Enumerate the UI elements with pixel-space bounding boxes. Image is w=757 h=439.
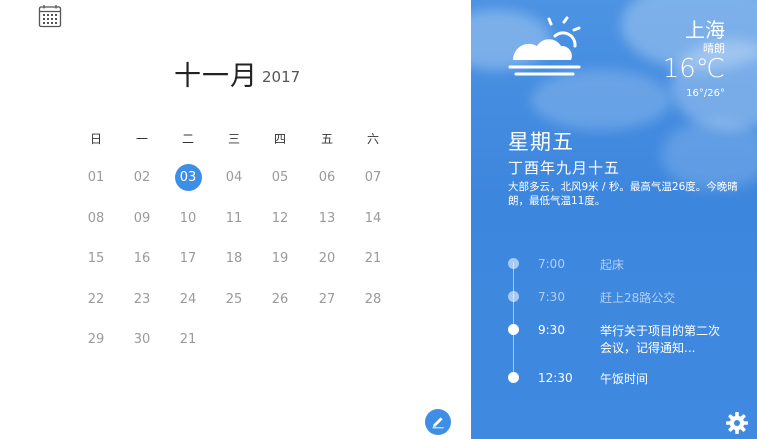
timeline-dot — [508, 258, 519, 269]
calendar-day[interactable]: 15 — [81, 246, 111, 272]
lunar-date: 丁酉年九月十五 — [508, 159, 621, 177]
weekday-label: 星期五 — [508, 130, 574, 154]
schedule-time: 9:30 — [538, 323, 565, 337]
weather-panel: 上海 晴朗 16℃ 16°/26° 星期五 丁酉年九月十五 大部多云，北风9米 … — [471, 0, 757, 439]
calendar-day[interactable]: 21 — [358, 246, 388, 272]
weather-description: 大部多云，北风9米 / 秒。最高气温26度。今晚晴朗，最低气温11度。 — [508, 181, 738, 207]
calendar-day[interactable]: 29 — [81, 327, 111, 353]
calendar-day[interactable]: 20 — [312, 246, 342, 272]
calendar-day-selected[interactable]: 03 — [173, 164, 203, 191]
timeline-dot — [508, 324, 519, 335]
schedule-item[interactable]: 午饭时间 — [600, 371, 730, 388]
weekday-label: 四 — [273, 132, 286, 146]
schedule-time: 12:30 — [538, 371, 573, 385]
calendar-day[interactable]: 28 — [358, 287, 388, 313]
calendar-day[interactable]: 12 — [265, 206, 295, 232]
weekday-label: 五 — [320, 132, 333, 146]
calendar-day[interactable]: 08 — [81, 206, 111, 232]
weekday-label: 三 — [227, 132, 240, 146]
weekday-label: 一 — [135, 132, 148, 146]
schedule-time: 7:00 — [538, 257, 565, 271]
current-temperature: 16℃ — [662, 54, 725, 84]
calendar-day[interactable]: 05 — [265, 165, 295, 191]
timeline-dot — [508, 372, 519, 383]
calendar-day[interactable]: 26 — [265, 287, 295, 313]
calendar-day[interactable]: 06 — [312, 165, 342, 191]
calendar-day[interactable]: 19 — [265, 246, 295, 272]
year-title: 2017 — [262, 68, 301, 86]
temperature-range: 16°/26° — [686, 88, 725, 99]
partly-sunny-icon — [508, 16, 581, 76]
calendar-day[interactable]: 27 — [312, 287, 342, 313]
city-name: 上海 — [685, 18, 725, 42]
calendar-day[interactable]: 23 — [127, 287, 157, 313]
weekday-label: 二 — [181, 132, 194, 146]
calendar-day[interactable]: 16 — [127, 246, 157, 272]
timeline-dot — [508, 291, 519, 302]
schedule-item[interactable]: 赶上28路公交 — [600, 290, 730, 307]
weekday-label: 日 — [89, 132, 102, 146]
calendar-day[interactable]: 25 — [219, 287, 249, 313]
calendar-day[interactable]: 22 — [81, 287, 111, 313]
calendar-panel: 十一月 2017 日一二三四五六 01 02 03 04 05 06 07 08 09 10 11 1… — [0, 0, 471, 439]
calendar-day[interactable]: 10 — [173, 206, 203, 232]
edit-button[interactable] — [425, 409, 451, 435]
schedule-item[interactable]: 举行关于项目的第二次会议，记得通知... — [600, 323, 730, 357]
schedule-time: 7:30 — [538, 290, 565, 304]
month-title: 十一月 — [174, 61, 258, 92]
pencil-icon — [432, 417, 444, 429]
calendar-day[interactable]: 21 — [173, 327, 203, 353]
calendar-day[interactable]: 17 — [173, 246, 203, 272]
calendar-day[interactable]: 18 — [219, 246, 249, 272]
calendar-day[interactable]: 24 — [173, 287, 203, 313]
calendar-day[interactable]: 01 — [81, 165, 111, 191]
weekday-label: 六 — [366, 132, 379, 146]
calendar-day[interactable]: 11 — [219, 206, 249, 232]
calendar-day[interactable]: 04 — [219, 165, 249, 191]
calendar-day[interactable]: 14 — [358, 206, 388, 232]
calendar-day[interactable]: 09 — [127, 206, 157, 232]
calendar-day[interactable]: 30 — [127, 327, 157, 353]
calendar-day[interactable]: 02 — [127, 165, 157, 191]
calendar-day[interactable]: 07 — [358, 165, 388, 191]
gear-icon[interactable] — [725, 411, 749, 435]
timeline-line — [513, 262, 514, 374]
calendar-day[interactable]: 13 — [312, 206, 342, 232]
calendar-icon[interactable] — [38, 4, 62, 28]
schedule-item[interactable]: 起床 — [600, 257, 730, 274]
